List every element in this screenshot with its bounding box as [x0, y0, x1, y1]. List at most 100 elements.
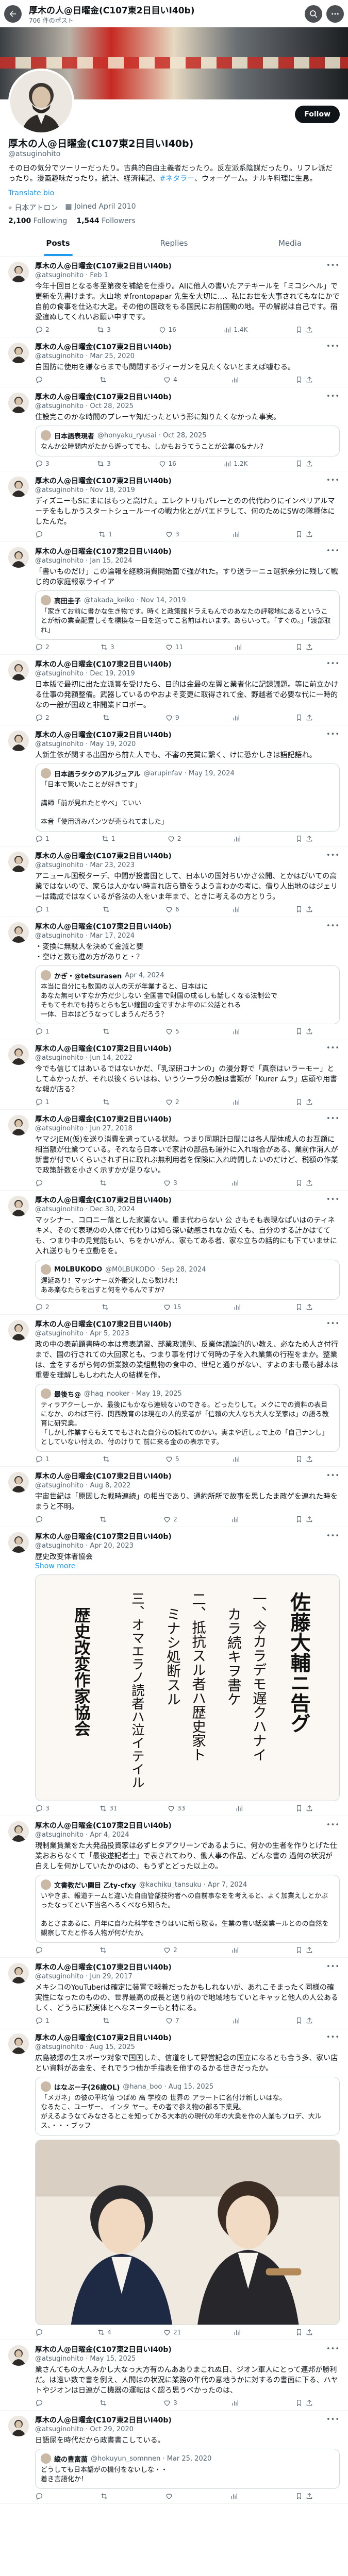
back-arrow-icon[interactable] — [4, 5, 22, 23]
post-media-image[interactable]: 佐藤大輔ニ告グ 一、今カラデモ遅クハナイ カラ続キヲ書ケ 二、抵抗スル者ハ歴史家… — [35, 1574, 340, 1801]
reply-button[interactable]: 2 — [35, 643, 49, 651]
reply-button[interactable] — [35, 530, 45, 538]
post-more-icon[interactable]: ••• — [326, 547, 340, 555]
post-avatar[interactable] — [8, 1320, 29, 1341]
post-avatar[interactable] — [8, 393, 29, 413]
post-avatar[interactable] — [8, 1472, 29, 1493]
views-button[interactable] — [232, 530, 242, 538]
post[interactable]: 厚木の人@日曜金(C107東2日目いI40b) @atsuginohito · … — [0, 1191, 348, 1315]
post-author-name[interactable]: 厚木の人@日曜金(C107東2日目いI40b) — [35, 2033, 172, 2043]
post[interactable]: 厚木の人@日曜金(C107東2日目いI40b) @atsuginohito · … — [0, 387, 348, 471]
repost-button[interactable]: 3 — [100, 643, 114, 651]
like-button[interactable]: 2 — [167, 835, 181, 843]
reply-button[interactable]: 1 — [35, 905, 49, 913]
repost-button[interactable]: 4 — [97, 2328, 111, 2336]
views-button[interactable]: 1.2K — [223, 460, 247, 468]
post-avatar[interactable] — [8, 2345, 29, 2366]
share-actions[interactable] — [295, 714, 313, 722]
views-button[interactable] — [231, 2399, 241, 2407]
views-button[interactable] — [230, 2492, 240, 2500]
post[interactable]: 厚木の人@日曜金(C107東2日目いI40b) @atsuginohito · … — [0, 1110, 348, 1191]
views-button[interactable] — [231, 376, 241, 384]
reply-button[interactable] — [35, 2328, 45, 2336]
show-more-link[interactable]: Show more — [35, 1562, 340, 1570]
more-icon[interactable] — [326, 5, 344, 23]
repost-button[interactable] — [99, 1179, 109, 1187]
quoted-post[interactable]: 日本語ラタクのアルジュアル @arupinfav · May 19, 2024 … — [35, 764, 340, 832]
share-actions[interactable] — [295, 1179, 313, 1187]
post-avatar[interactable] — [8, 2416, 29, 2436]
like-button[interactable] — [165, 2492, 175, 2500]
share-actions[interactable] — [295, 835, 313, 843]
post[interactable]: 厚木の人@日曜金(C107東2日目いI40b) @atsuginohito · … — [0, 471, 348, 542]
bio-hashtag-link[interactable]: #ネタラー — [159, 175, 194, 183]
reply-button[interactable]: 1 — [35, 2016, 49, 2025]
post-avatar[interactable] — [8, 1821, 29, 1842]
views-button[interactable] — [235, 1804, 245, 1812]
post-avatar[interactable] — [8, 477, 29, 497]
share-actions[interactable] — [295, 1804, 313, 1812]
quoted-post[interactable]: 縦の豊富菌 @hokuyun_somnnen · Mar 25, 2020 どう… — [35, 2449, 340, 2489]
post[interactable]: 厚木の人@日曜金(C107東2日目いI40b) @atsuginohito · … — [0, 725, 348, 846]
post-avatar[interactable] — [8, 343, 29, 363]
share-actions[interactable] — [295, 1098, 313, 1106]
post-more-icon[interactable]: ••• — [326, 922, 340, 930]
share-actions[interactable] — [295, 1946, 313, 1954]
views-button[interactable] — [232, 2016, 242, 2025]
views-button[interactable] — [234, 643, 244, 651]
post-more-icon[interactable]: ••• — [326, 2416, 340, 2424]
like-button[interactable]: 33 — [167, 1804, 185, 1812]
post-more-icon[interactable]: ••• — [326, 1472, 340, 1480]
post-media-illustration[interactable] — [35, 2140, 340, 2325]
post-author-name[interactable]: 厚木の人@日曜金(C107東2日目いI40b) — [35, 547, 172, 556]
post-avatar[interactable] — [8, 1963, 29, 1984]
repost-button[interactable]: 3 — [96, 326, 111, 334]
post-avatar[interactable] — [8, 1044, 29, 1065]
post-avatar[interactable] — [8, 922, 29, 943]
views-button[interactable] — [233, 1303, 243, 1311]
translate-bio-link[interactable]: Translate bio — [8, 188, 340, 198]
tab-posts[interactable]: Posts — [0, 230, 116, 256]
post-more-icon[interactable]: ••• — [326, 1532, 340, 1540]
post-more-icon[interactable]: ••• — [326, 1821, 340, 1829]
like-button[interactable]: 15 — [163, 1303, 181, 1311]
post-author-name[interactable]: 厚木の人@日曜金(C107東2日目いI40b) — [35, 393, 172, 402]
post[interactable]: 厚木の人@日曜金(C107東2日目いI40b) @atsuginohito · … — [0, 1315, 348, 1467]
post[interactable]: 厚木の人@日曜金(C107東2日目いI40b) @atsuginohito · … — [0, 2028, 348, 2340]
like-button[interactable]: 3 — [163, 1179, 177, 1187]
post-author-name[interactable]: 厚木の人@日曜金(C107東2日目いI40b) — [35, 1821, 172, 1831]
post-author-name[interactable]: 厚木の人@日曜金(C107東2日目いI40b) — [35, 1472, 172, 1481]
post-avatar[interactable] — [8, 1115, 29, 1136]
reply-button[interactable] — [35, 2399, 45, 2407]
post-more-icon[interactable]: ••• — [326, 660, 340, 668]
repost-button[interactable] — [99, 376, 109, 384]
tab-media[interactable]: Media — [232, 230, 348, 256]
post-author-name[interactable]: 厚木の人@日曜金(C107東2日目いI40b) — [35, 343, 172, 352]
post-more-icon[interactable]: ••• — [326, 1320, 340, 1328]
like-button[interactable]: 16 — [158, 460, 176, 468]
views-button[interactable] — [233, 2328, 243, 2336]
post[interactable]: 厚木の人@日曜金(C107東2日目いI40b) @atsuginohito · … — [0, 1467, 348, 1527]
like-button[interactable]: 3 — [163, 2399, 177, 2407]
post[interactable]: 厚木の人@日曜金(C107東2日目いI40b) @atsuginohito · … — [0, 655, 348, 725]
post-author-name[interactable]: 厚木の人@日曜金(C107東2日目いI40b) — [35, 1115, 172, 1124]
views-button[interactable] — [232, 1098, 242, 1106]
views-button[interactable] — [232, 905, 242, 913]
repost-button[interactable] — [102, 2016, 112, 2025]
repost-button[interactable] — [99, 2399, 109, 2407]
repost-button[interactable] — [102, 1455, 112, 1463]
post-avatar[interactable] — [8, 852, 29, 872]
quoted-post[interactable]: 文書教だい関目 乙ty-cfxy @kachiku_tansuku · Apr … — [35, 1875, 340, 1943]
repost-button[interactable] — [99, 1946, 109, 1954]
reply-button[interactable] — [35, 1179, 45, 1187]
profile-avatar[interactable] — [8, 69, 74, 134]
share-actions[interactable] — [295, 1455, 313, 1463]
views-button[interactable] — [231, 1179, 241, 1187]
post[interactable]: 厚木の人@日曜金(C107東2日目いI40b) @atsuginohito · … — [0, 1816, 348, 1958]
search-icon[interactable] — [305, 5, 322, 23]
post-author-name[interactable]: 厚木の人@日曜金(C107東2日目いI40b) — [35, 1963, 172, 1972]
post-author-name[interactable]: 厚木の人@日曜金(C107東2日目いI40b) — [35, 477, 172, 486]
post-author-name[interactable]: 厚木の人@日曜金(C107東2日目いI40b) — [35, 1196, 172, 1205]
post-more-icon[interactable]: ••• — [326, 731, 340, 738]
post-more-icon[interactable]: ••• — [326, 2345, 340, 2353]
